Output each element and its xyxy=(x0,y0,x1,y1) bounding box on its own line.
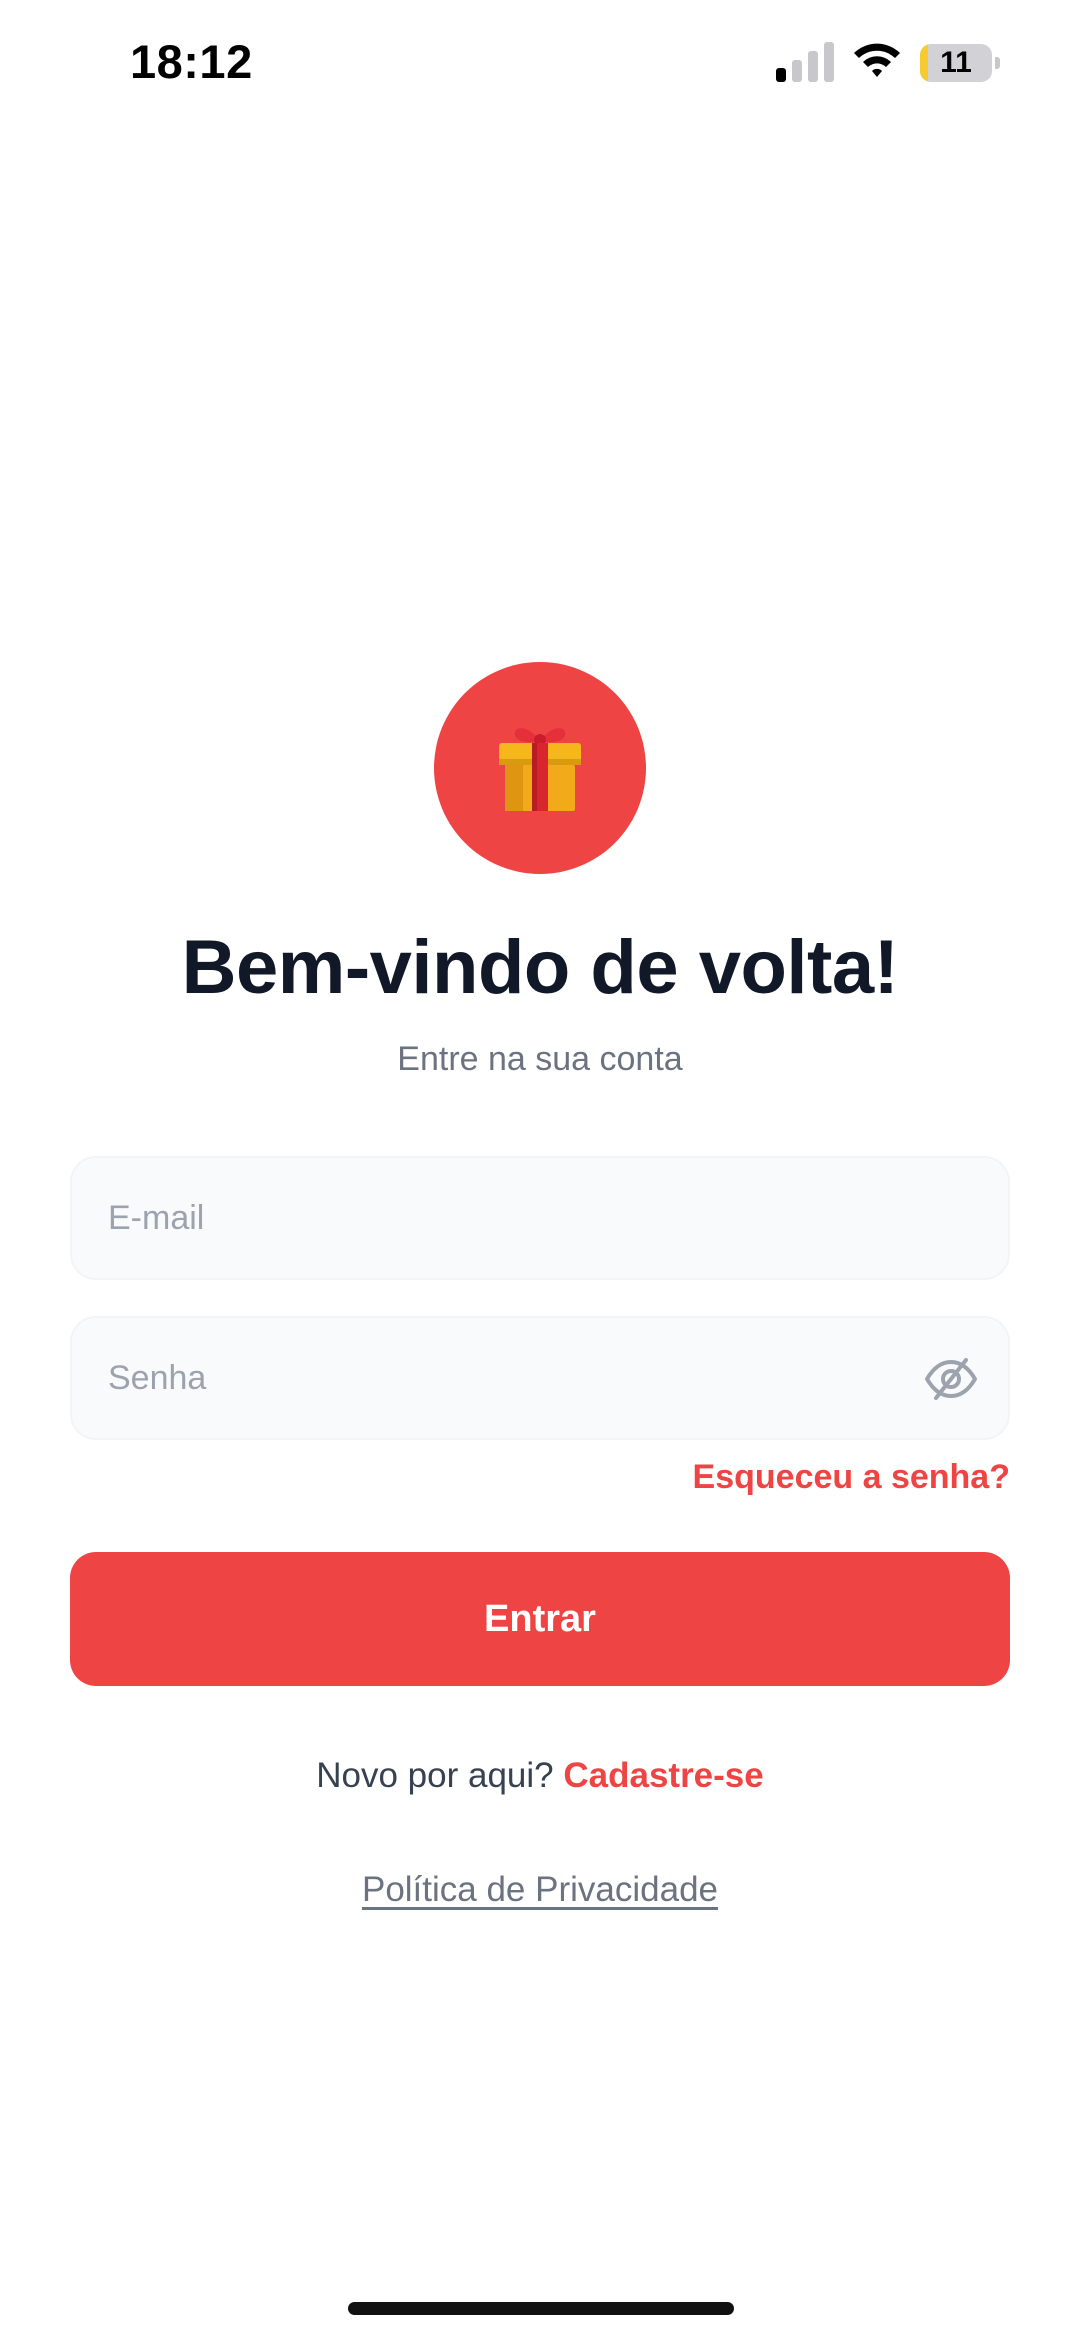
signup-prompt: Novo por aqui? xyxy=(316,1756,564,1795)
eye-slash-icon[interactable] xyxy=(924,1356,978,1402)
status-time: 18:12 xyxy=(130,35,253,88)
battery-body: 11 xyxy=(920,44,992,82)
battery-level: 11 xyxy=(940,46,972,79)
page-subtitle: Entre na sua conta xyxy=(397,1040,683,1078)
home-indicator xyxy=(348,2302,734,2315)
privacy-row: Política de Privacidade xyxy=(0,1870,1080,1910)
privacy-policy-link[interactable]: Política de Privacidade xyxy=(362,1870,718,1909)
password-field-container xyxy=(70,1316,1010,1440)
email-field[interactable] xyxy=(108,1158,928,1278)
wifi-icon xyxy=(854,43,900,77)
forgot-password-link[interactable]: Esqueceu a senha? xyxy=(693,1458,1010,1497)
battery-cap xyxy=(995,57,1000,69)
signup-row: Novo por aqui? Cadastre-se xyxy=(0,1756,1080,1796)
password-field[interactable] xyxy=(108,1318,928,1438)
signup-link[interactable]: Cadastre-se xyxy=(563,1756,763,1795)
gift-icon xyxy=(499,728,581,811)
cellular-signal-icon xyxy=(776,42,834,82)
login-button[interactable]: Entrar xyxy=(70,1552,1010,1686)
battery-icon: 11 xyxy=(920,44,1000,82)
email-field-container xyxy=(70,1156,1010,1280)
page-title: Bem-vindo de volta! xyxy=(181,925,899,1010)
app-logo xyxy=(434,662,646,874)
login-screen: 18:12 11 Bem-vindo de volta! Entre na su… xyxy=(0,0,1080,2337)
